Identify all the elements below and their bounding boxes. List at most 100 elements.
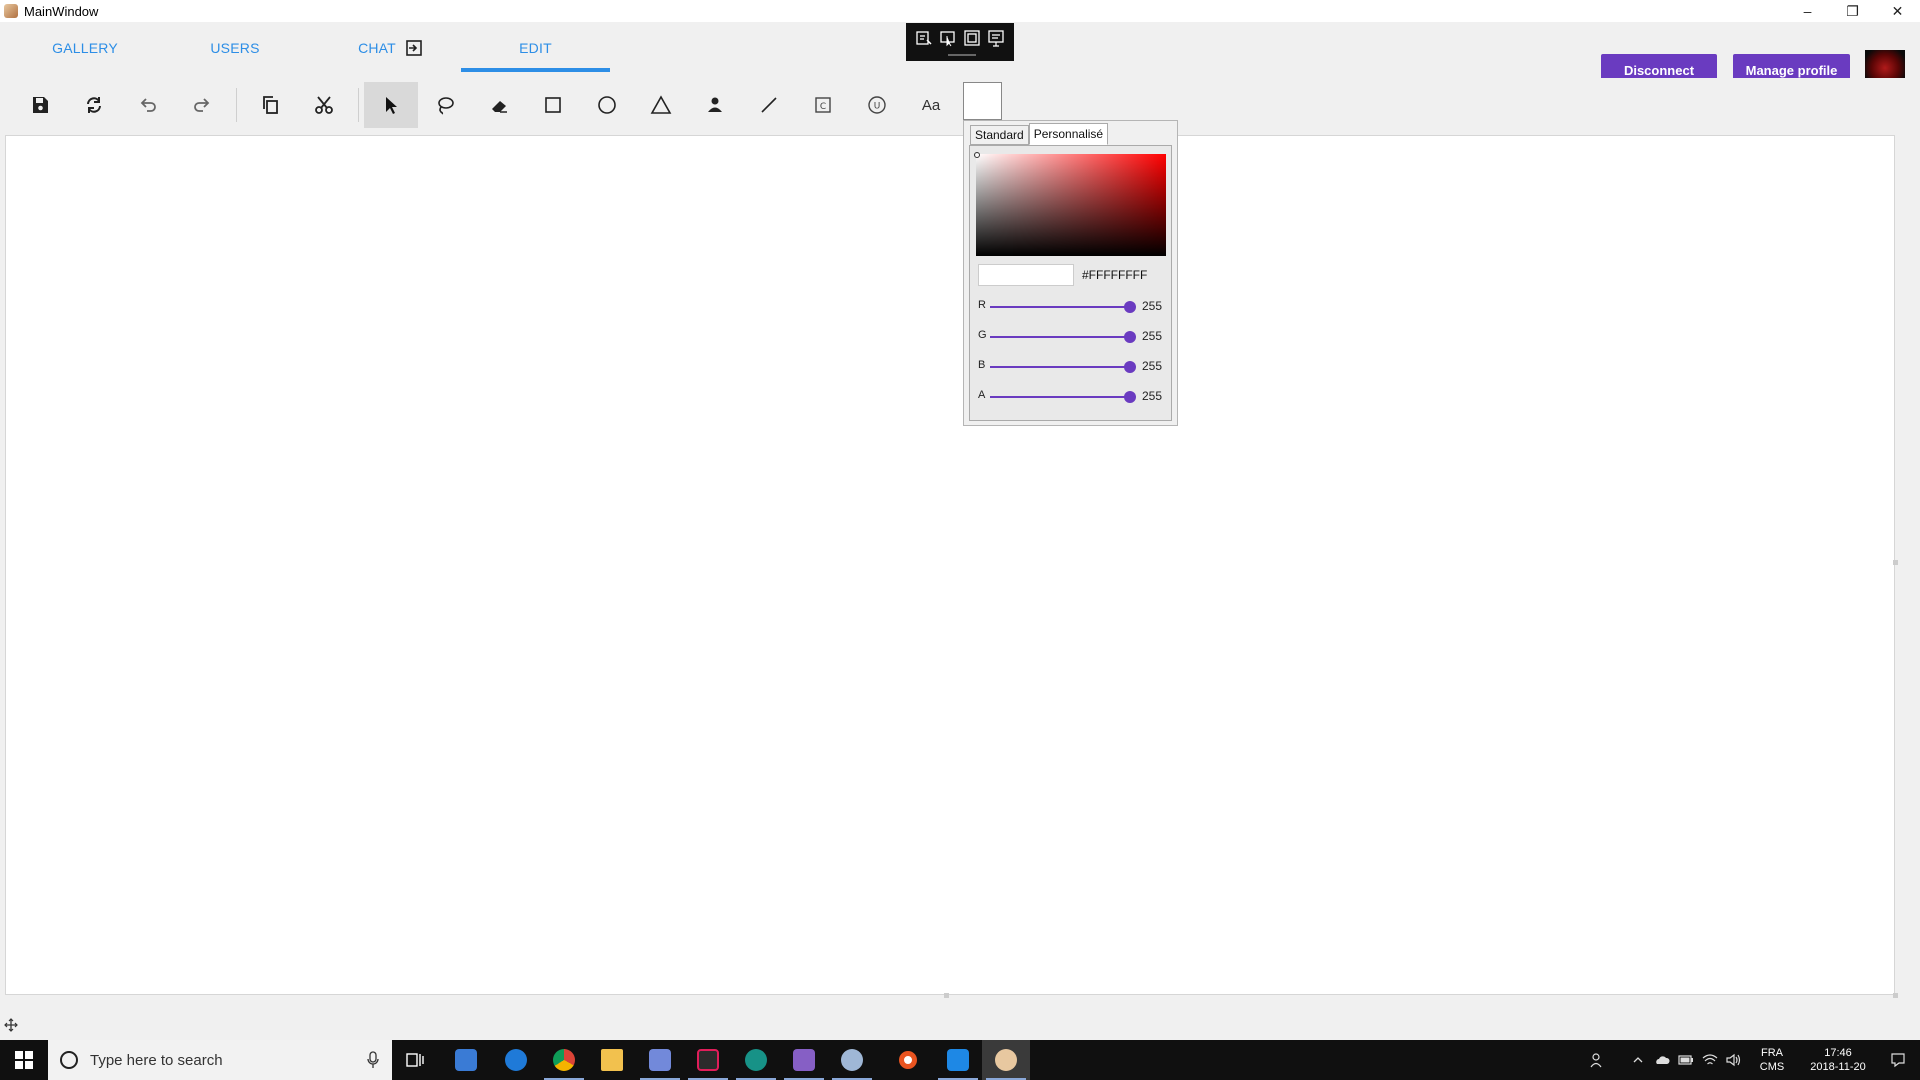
- text-tool[interactable]: Aa: [904, 82, 958, 128]
- move-icon[interactable]: [4, 1018, 18, 1032]
- svg-text:C: C: [820, 102, 826, 112]
- blue-slider-track[interactable]: [990, 366, 1130, 368]
- microphone-icon[interactable]: [366, 1051, 380, 1069]
- canvas-resize-handle-right[interactable]: [1893, 560, 1898, 565]
- app-icon: [4, 4, 18, 18]
- select-ink-icon[interactable]: [939, 29, 957, 47]
- tab-users[interactable]: USERS: [190, 22, 280, 74]
- color-swatch-button[interactable]: [963, 82, 1002, 120]
- color-preview: [978, 264, 1074, 286]
- chrome-icon: [553, 1049, 575, 1071]
- red-slider-track[interactable]: [990, 306, 1130, 308]
- copy-button[interactable]: [243, 82, 297, 128]
- green-slider-thumb[interactable]: [1124, 331, 1136, 343]
- taskbar-app-store[interactable]: [442, 1040, 490, 1080]
- eraser-tool[interactable]: [472, 82, 526, 128]
- copy-icon: [263, 96, 278, 114]
- eraser-icon: [492, 101, 507, 113]
- taskbar-app-visual-studio[interactable]: [780, 1040, 828, 1080]
- refresh-icon: [87, 97, 101, 113]
- blue-slider-thumb[interactable]: [1124, 361, 1136, 373]
- redo-button[interactable]: [175, 82, 229, 128]
- toolbar-grip[interactable]: [948, 54, 976, 56]
- color-picker-popup: Standard Personnalisé #FFFFFFFF R 255 G …: [963, 120, 1178, 426]
- taskbar: Type here to search FRA CMS 17:46 2018-1…: [0, 1040, 1920, 1080]
- taskbar-app-chrome[interactable]: [540, 1040, 588, 1080]
- taskbar-app-discord[interactable]: [636, 1040, 684, 1080]
- taskbar-app-gitkraken[interactable]: [732, 1040, 780, 1080]
- taskbar-app-poly-paint[interactable]: [982, 1040, 1030, 1080]
- tab-chat[interactable]: CHAT: [340, 22, 440, 74]
- language-code: FRA: [1761, 1047, 1783, 1059]
- people-icon[interactable]: [1586, 1040, 1610, 1080]
- tab-edit[interactable]: EDIT: [461, 22, 610, 74]
- detach-window-icon[interactable]: [406, 40, 422, 56]
- taskbar-app-edge[interactable]: [492, 1040, 540, 1080]
- active-tab-indicator: [461, 68, 610, 72]
- battery-icon[interactable]: [1674, 1040, 1698, 1080]
- onedrive-icon[interactable]: [1650, 1040, 1674, 1080]
- input-language-indicator[interactable]: FRA CMS: [1752, 1046, 1792, 1074]
- circle-icon: [598, 96, 616, 114]
- ellipse-tool[interactable]: [580, 82, 634, 128]
- wifi-icon[interactable]: [1698, 1040, 1722, 1080]
- volume-icon[interactable]: [1722, 1040, 1746, 1080]
- speaker-icon: [1726, 1053, 1741, 1067]
- line-tool[interactable]: [742, 82, 796, 128]
- tab-personnalise[interactable]: Personnalisé: [1028, 123, 1109, 145]
- action-center-button[interactable]: [1876, 1040, 1920, 1080]
- drawing-canvas[interactable]: [5, 135, 1895, 995]
- scissors-icon: [315, 96, 333, 114]
- restore-button[interactable]: ❐: [1830, 0, 1875, 22]
- clock[interactable]: 17:46 2018-11-20: [1800, 1046, 1876, 1074]
- green-slider-track[interactable]: [990, 336, 1130, 338]
- actor-tool[interactable]: [688, 82, 742, 128]
- cursor-arrow-icon: [386, 97, 397, 114]
- lasso-icon: [438, 97, 454, 115]
- green-slider[interactable]: G 255: [978, 326, 1168, 346]
- save-button[interactable]: [13, 82, 67, 128]
- rectangle-tool[interactable]: [526, 82, 580, 128]
- alpha-slider-thumb[interactable]: [1124, 391, 1136, 403]
- close-button[interactable]: ✕: [1875, 0, 1920, 22]
- color-selector-handle[interactable]: [974, 152, 980, 158]
- taskbar-app-paint[interactable]: [828, 1040, 876, 1080]
- undo-button[interactable]: [121, 82, 175, 128]
- cut-button[interactable]: [297, 82, 351, 128]
- hex-value[interactable]: #FFFFFFFF: [1082, 268, 1147, 282]
- canvas-resize-handle-bottom[interactable]: [944, 993, 949, 998]
- show-hidden-icons-chevron-icon[interactable]: [1626, 1040, 1650, 1080]
- insert-ink-icon[interactable]: [915, 29, 933, 47]
- alpha-slider-track[interactable]: [990, 396, 1130, 398]
- tab-gallery[interactable]: GALLERY: [40, 22, 130, 74]
- class-tool[interactable]: C: [796, 82, 850, 128]
- refresh-button[interactable]: [67, 82, 121, 128]
- alpha-label: A: [978, 389, 986, 401]
- status-strip: [0, 1013, 1920, 1038]
- clock-date: 2018-11-20: [1810, 1061, 1866, 1073]
- use-case-tool[interactable]: U: [850, 82, 904, 128]
- lasso-tool[interactable]: [418, 82, 472, 128]
- red-slider-thumb[interactable]: [1124, 301, 1136, 313]
- start-button[interactable]: [0, 1040, 48, 1080]
- edge-icon: [505, 1049, 527, 1071]
- tab-standard[interactable]: Standard: [970, 125, 1029, 145]
- search-placeholder: Type here to search: [90, 1051, 223, 1069]
- triangle-tool[interactable]: [634, 82, 688, 128]
- task-view-button[interactable]: [392, 1040, 440, 1080]
- taskbar-app-vscode[interactable]: [934, 1040, 982, 1080]
- taskbar-app-ubuntu[interactable]: [884, 1040, 932, 1080]
- red-slider[interactable]: R 255: [978, 296, 1168, 316]
- capture-window-icon[interactable]: [987, 29, 1005, 47]
- blue-slider[interactable]: B 255: [978, 356, 1168, 376]
- saturation-value-area[interactable]: [974, 152, 1166, 256]
- taskbar-search[interactable]: Type here to search: [48, 1040, 392, 1080]
- alpha-slider[interactable]: A 255: [978, 386, 1168, 406]
- select-tool[interactable]: [364, 82, 418, 128]
- capture-region-icon[interactable]: [963, 29, 981, 47]
- taskbar-app-explorer[interactable]: [588, 1040, 636, 1080]
- notification-icon: [1891, 1053, 1905, 1068]
- canvas-resize-handle-corner[interactable]: [1893, 993, 1898, 998]
- taskbar-app-slack[interactable]: [684, 1040, 732, 1080]
- minimize-button[interactable]: –: [1785, 0, 1830, 22]
